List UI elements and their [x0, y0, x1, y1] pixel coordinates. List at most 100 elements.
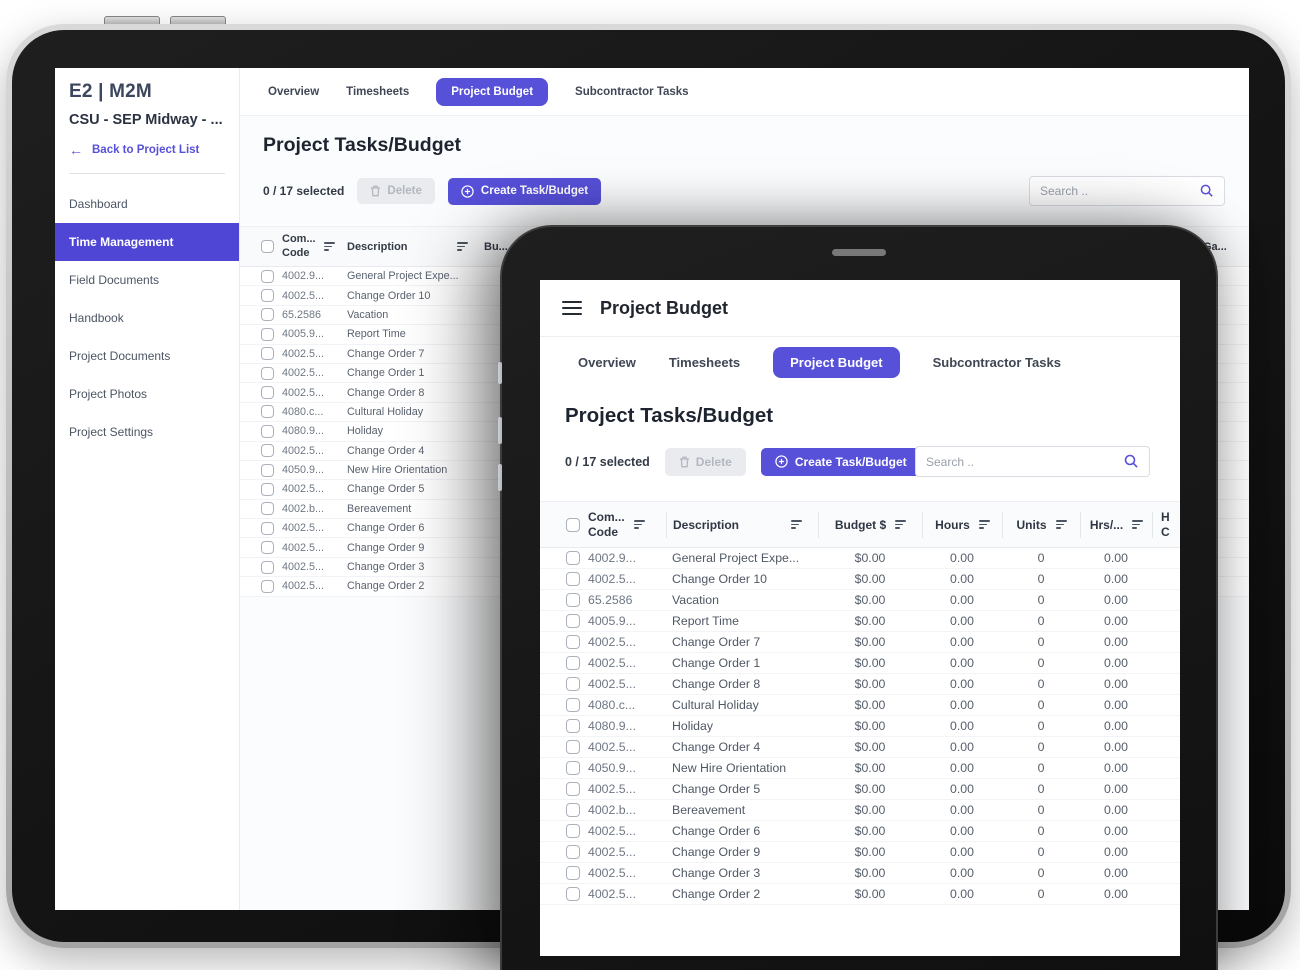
search-icon[interactable]	[1124, 454, 1139, 469]
row-checkbox[interactable]	[566, 887, 580, 901]
table-row[interactable]: 4002.b... Bereavement $0.00 0.00 0 0.00	[540, 800, 1180, 821]
select-all-checkbox[interactable]	[261, 240, 274, 253]
cell-units: 0	[1002, 887, 1080, 901]
sort-icon[interactable]	[791, 518, 802, 530]
search-input[interactable]	[916, 455, 1124, 469]
cell-com-code: 4002.5...	[280, 445, 342, 457]
table-row[interactable]: 4002.5... Change Order 2 $0.00 0.00 0 0.…	[540, 884, 1180, 905]
row-checkbox[interactable]	[566, 656, 580, 670]
row-checkbox[interactable]	[261, 270, 274, 283]
table-row[interactable]: 65.2586 Vacation $0.00 0.00 0 0.00	[540, 590, 1180, 611]
sidebar-divider	[69, 173, 225, 174]
row-checkbox[interactable]	[566, 593, 580, 607]
row-checkbox[interactable]	[566, 866, 580, 880]
search-icon[interactable]	[1200, 184, 1214, 198]
sidebar-item-handbook[interactable]: Handbook	[55, 299, 239, 337]
row-checkbox[interactable]	[566, 698, 580, 712]
row-checkbox[interactable]	[261, 522, 274, 535]
table-row[interactable]: 4005.9... Report Time $0.00 0.00 0 0.00	[540, 611, 1180, 632]
row-checkbox[interactable]	[566, 614, 580, 628]
sort-icon[interactable]	[1056, 518, 1067, 530]
create-task-budget-button[interactable]: Create Task/Budget	[448, 178, 601, 205]
delete-button[interactable]: Delete	[357, 178, 435, 204]
sort-icon[interactable]	[324, 240, 335, 252]
cell-hours: 0.00	[922, 761, 1002, 775]
col-header-units: Units	[1017, 518, 1047, 532]
tab-timesheets[interactable]: Timesheets	[346, 86, 409, 98]
sidebar-item-project-documents[interactable]: Project Documents	[55, 337, 239, 375]
row-checkbox[interactable]	[566, 845, 580, 859]
delete-button[interactable]: Delete	[665, 448, 746, 476]
tablet-side-button	[498, 417, 502, 444]
row-checkbox[interactable]	[566, 719, 580, 733]
sort-icon[interactable]	[1132, 518, 1143, 530]
row-checkbox[interactable]	[566, 635, 580, 649]
cell-hrs: 0.00	[1080, 677, 1152, 691]
row-checkbox[interactable]	[566, 572, 580, 586]
table-row[interactable]: 4002.5... Change Order 6 $0.00 0.00 0 0.…	[540, 821, 1180, 842]
row-checkbox[interactable]	[566, 677, 580, 691]
row-checkbox[interactable]	[261, 308, 274, 321]
tab-overview[interactable]: Overview	[268, 86, 319, 98]
tab-project-budget-selected[interactable]: Project Budget	[773, 347, 899, 378]
tab-subcontractor-tasks[interactable]: Subcontractor Tasks	[933, 355, 1061, 370]
search-input[interactable]	[1030, 184, 1200, 198]
table-row[interactable]: 4002.5... Change Order 7 $0.00 0.00 0 0.…	[540, 632, 1180, 653]
row-checkbox[interactable]	[261, 541, 274, 554]
cell-com-code: 4080.9...	[280, 425, 342, 437]
table-row[interactable]: 4002.9... General Project Expe... $0.00 …	[540, 548, 1180, 569]
sort-icon[interactable]	[895, 518, 906, 530]
row-checkbox[interactable]	[261, 444, 274, 457]
row-checkbox[interactable]	[261, 347, 274, 360]
back-to-project-list-link[interactable]: ← Back to Project List	[69, 143, 225, 157]
row-checkbox[interactable]	[566, 551, 580, 565]
row-checkbox[interactable]	[261, 328, 274, 341]
table-row[interactable]: 4080.c... Cultural Holiday $0.00 0.00 0 …	[540, 695, 1180, 716]
table-row[interactable]: 4080.9... Holiday $0.00 0.00 0 0.00	[540, 716, 1180, 737]
tab-overview[interactable]: Overview	[578, 355, 636, 370]
row-checkbox[interactable]	[261, 580, 274, 593]
row-checkbox[interactable]	[261, 502, 274, 515]
row-checkbox[interactable]	[566, 740, 580, 754]
row-checkbox[interactable]	[261, 386, 274, 399]
row-checkbox[interactable]	[261, 464, 274, 477]
table-row[interactable]: 4002.5... Change Order 5 $0.00 0.00 0 0.…	[540, 779, 1180, 800]
tab-project-budget-selected[interactable]: Project Budget	[436, 78, 548, 106]
sidebar-item-dashboard[interactable]: Dashboard	[55, 185, 239, 223]
table-row[interactable]: 4002.5... Change Order 1 $0.00 0.00 0 0.…	[540, 653, 1180, 674]
row-checkbox[interactable]	[261, 483, 274, 496]
row-checkbox[interactable]	[566, 824, 580, 838]
sort-icon[interactable]	[457, 240, 468, 252]
table-row[interactable]: 4002.5... Change Order 3 $0.00 0.00 0 0.…	[540, 863, 1180, 884]
sort-icon[interactable]	[634, 518, 645, 530]
row-checkbox[interactable]	[261, 289, 274, 302]
table-row[interactable]: 4002.5... Change Order 9 $0.00 0.00 0 0.…	[540, 842, 1180, 863]
table-row[interactable]: 4050.9... New Hire Orientation $0.00 0.0…	[540, 758, 1180, 779]
tablet-side-button	[498, 362, 502, 384]
sidebar-item-time-management[interactable]: Time Management	[55, 223, 239, 261]
cell-description: Report Time	[666, 614, 818, 628]
sidebar-item-field-documents[interactable]: Field Documents	[55, 261, 239, 299]
row-checkbox[interactable]	[261, 367, 274, 380]
tab-subcontractor-tasks[interactable]: Subcontractor Tasks	[575, 86, 689, 98]
table-row[interactable]: 4002.5... Change Order 4 $0.00 0.00 0 0.…	[540, 737, 1180, 758]
row-checkbox[interactable]	[261, 561, 274, 574]
row-checkbox[interactable]	[261, 425, 274, 438]
cell-description: New Hire Orientation	[342, 464, 482, 476]
row-checkbox[interactable]	[566, 761, 580, 775]
row-checkbox[interactable]	[566, 782, 580, 796]
search-field[interactable]	[915, 446, 1150, 477]
cell-units: 0	[1002, 866, 1080, 880]
tab-timesheets[interactable]: Timesheets	[669, 355, 740, 370]
row-checkbox[interactable]	[566, 803, 580, 817]
sort-icon[interactable]	[979, 518, 990, 530]
search-field[interactable]	[1029, 176, 1225, 206]
table-row[interactable]: 4002.5... Change Order 10 $0.00 0.00 0 0…	[540, 569, 1180, 590]
create-task-budget-button[interactable]: Create Task/Budget	[761, 448, 921, 476]
table-row[interactable]: 4002.5... Change Order 8 $0.00 0.00 0 0.…	[540, 674, 1180, 695]
row-checkbox[interactable]	[261, 405, 274, 418]
hamburger-menu-icon[interactable]	[562, 298, 582, 319]
select-all-checkbox[interactable]	[566, 518, 580, 532]
sidebar-item-project-settings[interactable]: Project Settings	[55, 413, 239, 451]
sidebar-item-project-photos[interactable]: Project Photos	[55, 375, 239, 413]
